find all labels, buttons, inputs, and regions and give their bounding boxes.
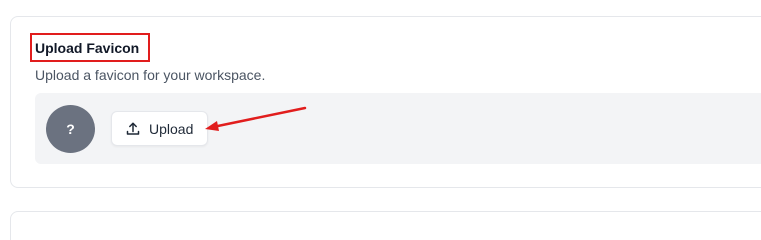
avatar-placeholder: ? [66, 121, 75, 137]
upload-icon [125, 121, 141, 137]
upload-button[interactable]: Upload [111, 111, 208, 146]
section-description: Upload a favicon for your workspace. [35, 67, 266, 83]
section-title: Upload Favicon [35, 40, 140, 56]
favicon-avatar: ? [46, 105, 95, 153]
upload-button-label: Upload [149, 120, 194, 137]
next-settings-card [10, 211, 761, 240]
settings-page: Upload Favicon Upload a favicon for your… [0, 0, 761, 240]
